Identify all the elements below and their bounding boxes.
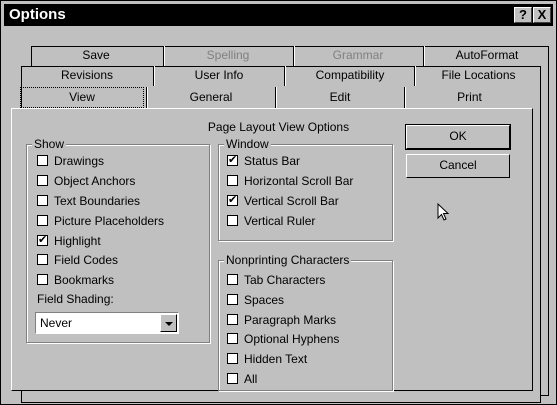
field-shading-select[interactable]: Never <box>35 312 179 334</box>
checkbox-box <box>37 175 48 186</box>
checkbox-label: Hidden Text <box>244 352 308 366</box>
checkbox-label: Bookmarks <box>54 273 115 287</box>
checkbox-label: Drawings <box>54 154 105 168</box>
checkbox-box <box>227 175 238 186</box>
tab-compatibility[interactable]: Compatibility <box>286 65 414 86</box>
help-button[interactable]: ? <box>514 7 532 23</box>
all-checkbox[interactable]: All <box>227 372 257 388</box>
status-bar-checkbox[interactable]: Status Bar <box>227 154 300 170</box>
picture-placeholders-checkbox[interactable]: Picture Placeholders <box>37 214 164 230</box>
tab-print[interactable]: Print <box>406 87 533 108</box>
close-button[interactable]: X <box>533 7 551 23</box>
checkbox-label: Paragraph Marks <box>244 313 337 327</box>
bookmarks-checkbox[interactable]: Bookmarks <box>37 273 114 289</box>
spaces-checkbox[interactable]: Spaces <box>227 293 284 309</box>
checkbox-label: All <box>244 372 258 386</box>
checkbox-label: Vertical Scroll Bar <box>244 194 339 208</box>
checkbox-label: Object Anchors <box>54 174 136 188</box>
checkbox-box <box>227 154 238 166</box>
checkbox-box <box>227 194 238 206</box>
checkbox-box <box>227 314 238 325</box>
tab-file-locations[interactable]: File Locations <box>416 65 541 86</box>
checkbox-box <box>37 234 48 246</box>
tab-grammar: Grammar <box>332 48 384 62</box>
tab-characters-checkbox[interactable]: Tab Characters <box>227 273 325 289</box>
checkbox-label: Status Bar <box>244 154 301 168</box>
checkbox-box <box>37 254 48 265</box>
title-bar: Options ? X <box>4 4 553 26</box>
checkbox-box <box>37 195 48 206</box>
tab-general[interactable]: General <box>148 87 274 108</box>
tab-user-info[interactable]: User Info <box>155 65 283 86</box>
show-group-label: Show <box>32 137 67 151</box>
checkbox-box <box>227 215 238 226</box>
window-group-label: Window <box>224 137 271 151</box>
chevron-down-icon[interactable] <box>160 314 177 332</box>
hidden-text-checkbox[interactable]: Hidden Text <box>227 352 307 368</box>
tab-view-focus <box>20 87 144 108</box>
object-anchors-checkbox[interactable]: Object Anchors <box>37 174 135 190</box>
highlight-checkbox[interactable]: Highlight <box>37 234 101 250</box>
checkbox-box <box>37 274 48 285</box>
options-dialog: Options ? X Save Spelling Grammar AutoFo… <box>0 0 557 405</box>
cancel-button[interactable]: Cancel <box>406 154 510 178</box>
checkbox-box <box>227 373 238 384</box>
checkbox-label: Highlight <box>54 234 101 248</box>
nonprinting-group-label: Nonprinting Characters <box>224 253 352 267</box>
checkbox-label: Tab Characters <box>244 273 326 287</box>
checkbox-box <box>227 274 238 285</box>
checkbox-box <box>37 155 48 166</box>
checkbox-label: Field Codes <box>54 253 119 267</box>
ok-button[interactable]: OK <box>405 124 511 150</box>
checkbox-label: Picture Placeholders <box>54 214 165 228</box>
text-boundaries-checkbox[interactable]: Text Boundaries <box>37 194 140 210</box>
checkbox-box <box>37 215 48 226</box>
mouse-pointer-icon <box>437 203 449 221</box>
tab-edit[interactable]: Edit <box>277 87 403 108</box>
field-shading-label: Field Shading: <box>37 292 114 306</box>
horizontal-scroll-bar-checkbox[interactable]: Horizontal Scroll Bar <box>227 174 353 190</box>
checkbox-label: Text Boundaries <box>54 194 141 208</box>
paragraph-marks-checkbox[interactable]: Paragraph Marks <box>227 313 336 329</box>
field-codes-checkbox[interactable]: Field Codes <box>37 253 118 269</box>
checkbox-label: Spaces <box>244 293 285 307</box>
window-title: Options <box>9 6 66 23</box>
tab-save[interactable]: Save <box>31 45 161 66</box>
tab-revisions[interactable]: Revisions <box>21 65 153 86</box>
checkbox-label: Vertical Ruler <box>244 214 316 228</box>
vertical-scroll-bar-checkbox[interactable]: Vertical Scroll Bar <box>227 194 339 210</box>
tab-spelling: Spelling <box>206 48 250 62</box>
drawings-checkbox[interactable]: Drawings <box>37 154 104 170</box>
checkbox-box <box>227 353 238 364</box>
tab-autoformat[interactable]: AutoFormat <box>425 45 549 66</box>
checkbox-box <box>227 294 238 305</box>
field-shading-value: Never <box>40 316 73 330</box>
checkbox-box <box>227 333 238 344</box>
vertical-ruler-checkbox[interactable]: Vertical Ruler <box>227 214 315 230</box>
optional-hyphens-checkbox[interactable]: Optional Hyphens <box>227 332 339 348</box>
checkbox-label: Horizontal Scroll Bar <box>244 174 354 188</box>
checkbox-label: Optional Hyphens <box>244 332 340 346</box>
